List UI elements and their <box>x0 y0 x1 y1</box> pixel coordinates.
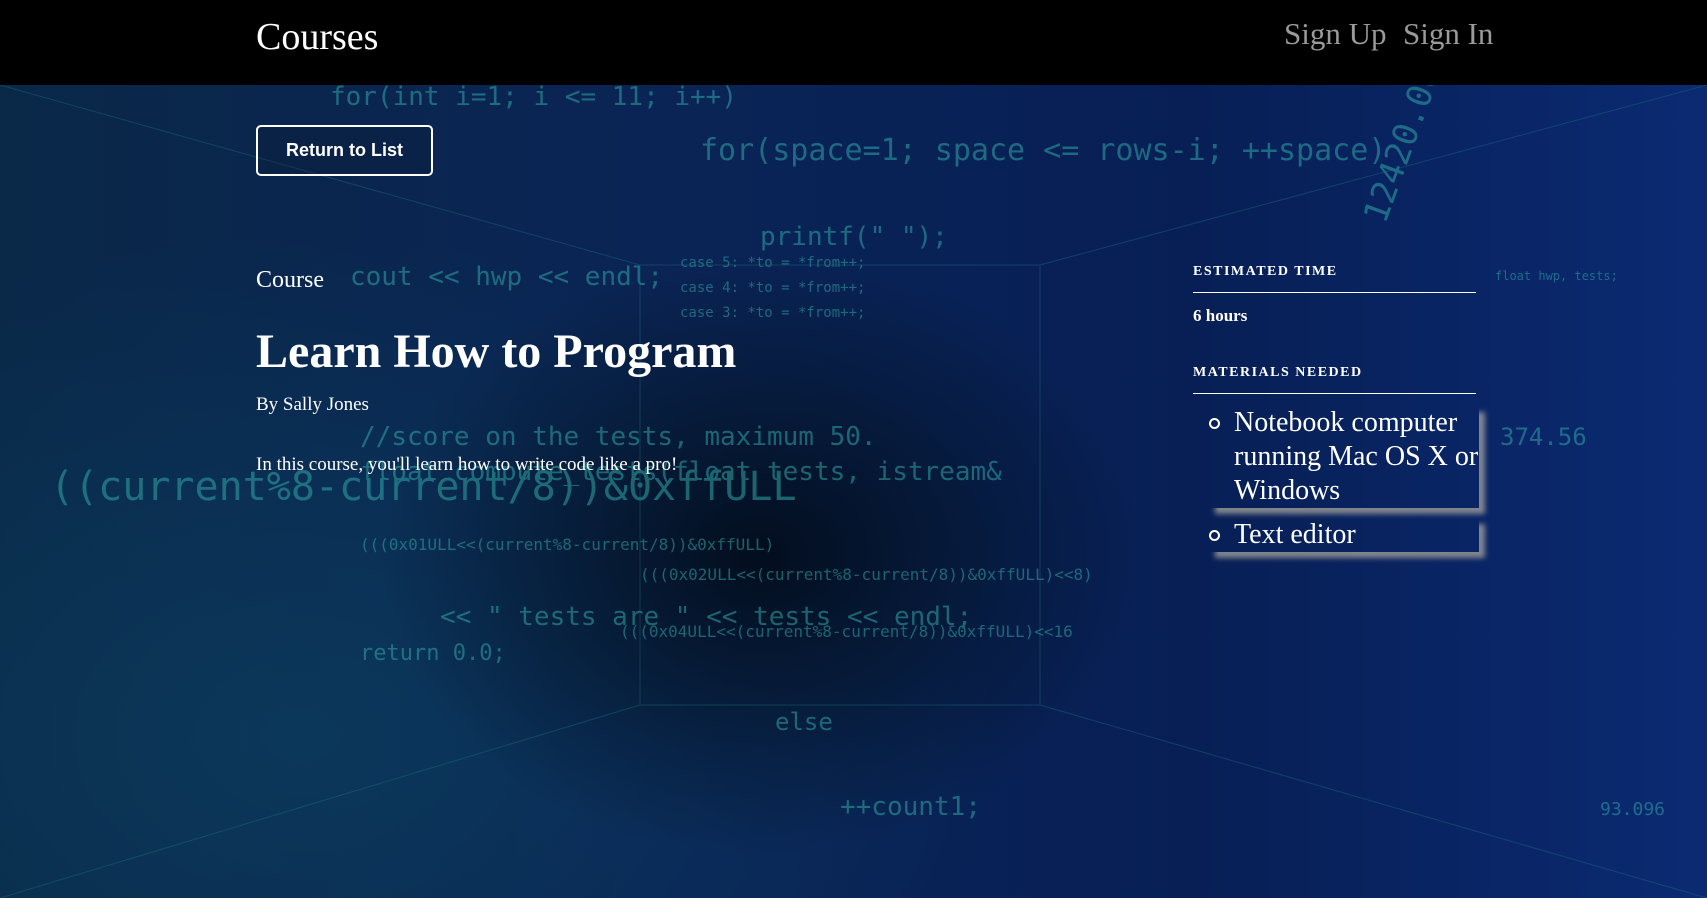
estimated-time-value: 6 hours <box>1193 306 1248 325</box>
course-stats-sidebar: Estimated Time 6 hours Materials Needed … <box>1193 262 1479 562</box>
estimated-time-heading: Estimated Time <box>1193 262 1476 293</box>
bullet-circle-icon <box>1209 418 1220 429</box>
course-title: Learn How to Program <box>256 325 737 378</box>
materials-list: Notebook computer running Mac OS X or Wi… <box>1193 406 1479 552</box>
materials-heading: Materials Needed <box>1193 363 1476 394</box>
sign-up-link[interactable]: Sign Up <box>1284 14 1387 54</box>
section-label: Course <box>256 267 324 293</box>
sign-in-link[interactable]: Sign In <box>1403 14 1493 54</box>
material-label: Text editor <box>1234 519 1356 550</box>
material-label: Notebook computer running Mac OS X or Wi… <box>1234 407 1479 506</box>
brand-link[interactable]: Courses <box>256 14 378 60</box>
bullet-circle-icon <box>1209 530 1220 541</box>
material-item: Text editor <box>1209 518 1479 552</box>
course-author: By Sally Jones <box>256 394 369 415</box>
course-description: In this course, you'll learn how to writ… <box>256 454 678 475</box>
return-to-list-button[interactable]: Return to List <box>256 125 433 176</box>
material-item: Notebook computer running Mac OS X or Wi… <box>1209 406 1479 508</box>
course-detail: Return to List Course Learn How to Progr… <box>0 0 1707 898</box>
top-navbar: Courses Sign Up Sign In <box>0 0 1707 85</box>
